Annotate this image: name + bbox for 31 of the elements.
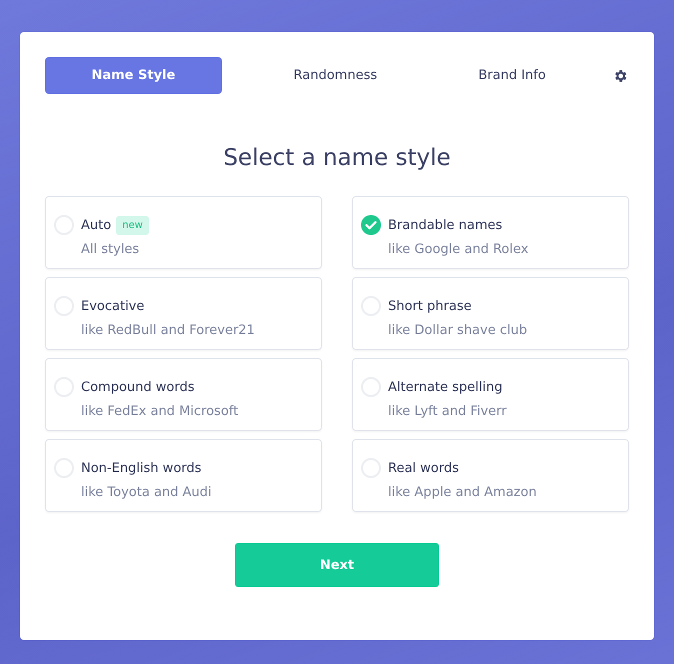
style-option[interactable]: Evocative like RedBull and Forever21 bbox=[45, 277, 322, 350]
option-title: Alternate spelling bbox=[388, 380, 502, 394]
option-description: like Toyota and Audi bbox=[81, 485, 212, 500]
option-title: Auto bbox=[81, 218, 112, 232]
option-description: All styles bbox=[81, 242, 140, 257]
option-description: like FedEx and Microsoft bbox=[81, 404, 238, 419]
tab[interactable]: Randomness bbox=[272, 57, 399, 94]
option-title: Evocative bbox=[81, 298, 144, 314]
check-circle-icon[interactable] bbox=[361, 215, 381, 235]
style-option[interactable]: Brandable names like Google and Rolex bbox=[352, 196, 629, 269]
option-description: like Google and Rolex bbox=[388, 242, 528, 257]
settings-icon[interactable] bbox=[613, 68, 629, 84]
option-description: like RedBull and Forever21 bbox=[81, 323, 255, 338]
style-option[interactable]: Auto new All styles bbox=[45, 196, 322, 269]
option-description: like Apple and Amazon bbox=[388, 485, 537, 500]
style-option[interactable]: Compound words like FedEx and Microsoft bbox=[45, 358, 322, 431]
option-description: like Lyft and Fiverr bbox=[388, 404, 507, 419]
option-title: Short phrase bbox=[388, 298, 472, 314]
style-option[interactable]: Non-English words like Toyota and Audi bbox=[45, 439, 322, 512]
option-title: Real words bbox=[388, 460, 459, 476]
option-title: Compound words bbox=[81, 380, 194, 394]
style-option[interactable]: Real words like Apple and Amazon bbox=[352, 439, 629, 512]
style-option[interactable]: Short phrase like Dollar shave club bbox=[352, 277, 629, 350]
tab[interactable]: Name Style bbox=[45, 57, 222, 94]
tab[interactable]: Brand Info bbox=[438, 57, 586, 94]
style-option[interactable]: Alternate spelling like Lyft and Fiverr bbox=[352, 358, 629, 431]
new-badge: new bbox=[116, 216, 149, 234]
option-title: Brandable names bbox=[388, 218, 502, 232]
option-title: Non-English words bbox=[81, 460, 202, 476]
heading: Select a name style bbox=[222, 144, 452, 173]
option-description: like Dollar shave club bbox=[388, 323, 528, 338]
